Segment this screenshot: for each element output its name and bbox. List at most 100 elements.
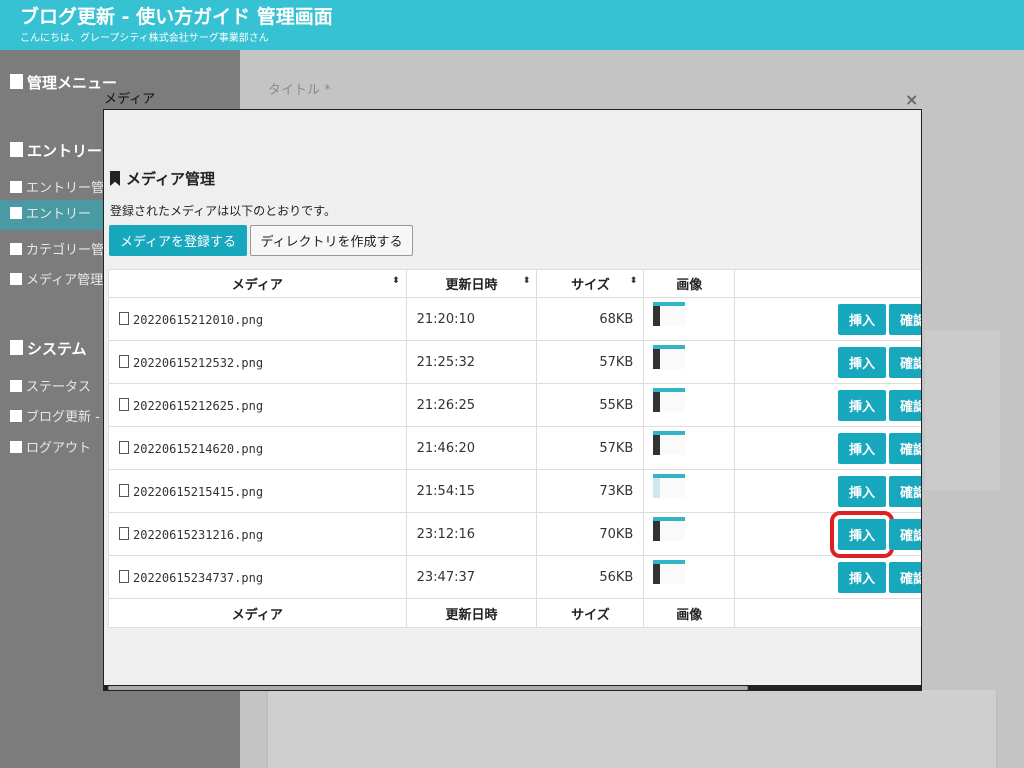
media-thumbnail-cell bbox=[643, 512, 736, 556]
media-time: 21:26:25 bbox=[405, 383, 538, 427]
insert-button[interactable]: 挿入 bbox=[830, 510, 894, 558]
sidebar-item-status[interactable]: ステータス bbox=[10, 376, 91, 395]
media-thumbnail[interactable] bbox=[653, 302, 686, 326]
media-table-body: 20220615212010.png21:20:1068KB挿入確認202206… bbox=[108, 297, 921, 599]
modal-title: メディア bbox=[104, 92, 156, 107]
table-row: 20220615231216.png 23:12:1670KB 挿入確認 bbox=[108, 510, 921, 558]
confirm-button[interactable]: 確認 bbox=[889, 518, 921, 550]
scrollbar-thumb[interactable] bbox=[108, 686, 748, 690]
file-icon bbox=[119, 311, 129, 325]
footer-media: メディア bbox=[108, 598, 407, 628]
register-media-button[interactable]: メディアを登録する bbox=[109, 225, 247, 256]
sidebar-item-category[interactable]: カテゴリー管 bbox=[10, 239, 104, 258]
sidebar-item-media[interactable]: メディア管理 bbox=[10, 269, 103, 288]
media-filename-cell[interactable]: 20220615212625.png bbox=[108, 383, 407, 427]
pie-chart-icon bbox=[10, 380, 22, 392]
insert-button[interactable]: 挿入 bbox=[838, 389, 886, 421]
editor-card bbox=[267, 690, 997, 768]
media-thumbnail[interactable] bbox=[653, 431, 686, 455]
table-row: 20220615234737.png 23:47:3756KB 挿入確認 bbox=[108, 555, 921, 599]
confirm-button[interactable]: 確認 bbox=[889, 346, 921, 378]
column-header-actions bbox=[734, 269, 921, 298]
footer-date: 更新日時 bbox=[405, 598, 538, 628]
media-filename-cell[interactable]: 20220615231216.png bbox=[108, 512, 407, 556]
file-icon bbox=[119, 569, 129, 583]
media-time: 23:12:16 bbox=[405, 512, 538, 556]
media-modal: メディア管理 登録されたメディアは以下のとおりです。 メディアを登録する ディレ… bbox=[103, 109, 922, 691]
sidebar-admin-menu: 管理メニュー bbox=[10, 72, 117, 93]
media-table: メディア ⬍ 更新日時 ⬍ サイズ ⬍ 画像 20220615212010.png 21… bbox=[108, 269, 921, 628]
column-header-image: 画像 bbox=[643, 269, 736, 298]
media-size: 57KB bbox=[536, 340, 645, 384]
confirm-button[interactable]: 確認 bbox=[889, 303, 921, 335]
bookmark-icon bbox=[110, 171, 120, 186]
file-icon bbox=[119, 354, 129, 368]
media-actions: 挿入確認 bbox=[734, 555, 921, 599]
sidebar-system-section: システム bbox=[10, 338, 87, 359]
home-icon bbox=[10, 410, 22, 422]
title-field-label: タイトル * bbox=[268, 83, 331, 98]
insert-button[interactable]: 挿入 bbox=[838, 561, 886, 593]
media-filename: 20220615212625.png bbox=[133, 398, 264, 413]
sort-icon: ⬍ bbox=[629, 276, 638, 286]
insert-button[interactable]: 挿入 bbox=[838, 432, 886, 464]
media-time: 21:46:20 bbox=[405, 426, 538, 470]
media-time: 21:54:15 bbox=[405, 469, 538, 513]
media-thumbnail-cell bbox=[643, 426, 736, 470]
insert-button[interactable]: 挿入 bbox=[838, 303, 886, 335]
sort-icon: ⬍ bbox=[522, 276, 531, 286]
media-filename: 20220615215415.png bbox=[133, 484, 264, 499]
column-header-size[interactable]: サイズ ⬍ bbox=[536, 269, 645, 298]
table-row: 20220615214620.png 21:46:2057KB 挿入確認 bbox=[108, 426, 921, 470]
media-filename: 20220615212010.png bbox=[133, 312, 264, 327]
media-filename-cell[interactable]: 20220615212532.png bbox=[108, 340, 407, 384]
table-row: 20220615215415.png 21:54:1573KB 挿入確認 bbox=[108, 469, 921, 513]
sidebar-item-entry-manage[interactable]: エントリー管 bbox=[10, 177, 104, 196]
column-header-media[interactable]: メディア ⬍ bbox=[108, 269, 407, 298]
header-subtitle: こんにちは、グレープシティ株式会社サーグ事業部さん bbox=[20, 33, 269, 44]
media-actions: 挿入確認 bbox=[734, 383, 921, 427]
create-directory-button[interactable]: ディレクトリを作成する bbox=[250, 225, 413, 256]
media-filename: 20220615214620.png bbox=[133, 441, 264, 456]
media-thumbnail-cell bbox=[643, 383, 736, 427]
media-filename: 20220615231216.png bbox=[133, 527, 264, 542]
confirm-button[interactable]: 確認 bbox=[889, 432, 921, 464]
media-filename: 20220615212532.png bbox=[133, 355, 264, 370]
media-time: 21:20:10 bbox=[405, 297, 538, 341]
logout-icon bbox=[10, 441, 22, 453]
media-size: 55KB bbox=[536, 383, 645, 427]
list-icon bbox=[10, 243, 22, 255]
column-header-date[interactable]: 更新日時 ⬍ bbox=[405, 269, 538, 298]
media-thumbnail[interactable] bbox=[653, 560, 686, 584]
file-icon bbox=[119, 483, 129, 497]
edit-icon bbox=[10, 207, 22, 219]
confirm-button[interactable]: 確認 bbox=[889, 475, 921, 507]
media-size: 56KB bbox=[536, 555, 645, 599]
media-thumbnail-cell bbox=[643, 340, 736, 384]
confirm-button[interactable]: 確認 bbox=[889, 389, 921, 421]
media-filename-cell[interactable]: 20220615234737.png bbox=[108, 555, 407, 599]
media-thumbnail[interactable] bbox=[653, 388, 686, 412]
copy-icon bbox=[10, 181, 22, 193]
media-size: 70KB bbox=[536, 512, 645, 556]
media-filename-cell[interactable]: 20220615215415.png bbox=[108, 469, 407, 513]
sidebar-entries-section: エントリー bbox=[10, 140, 102, 161]
media-thumbnail-cell bbox=[643, 469, 736, 513]
media-description: 登録されたメディアは以下のとおりです。 bbox=[110, 204, 336, 218]
media-thumbnail[interactable] bbox=[653, 517, 686, 541]
media-filename-cell[interactable]: 20220615214620.png bbox=[108, 426, 407, 470]
horizontal-scrollbar[interactable] bbox=[104, 685, 921, 690]
sidebar-item-blog[interactable]: ブログ更新 - bbox=[10, 406, 100, 425]
close-icon[interactable]: × bbox=[905, 90, 918, 109]
footer-image: 画像 bbox=[643, 598, 736, 628]
insert-button[interactable]: 挿入 bbox=[838, 475, 886, 507]
insert-button[interactable]: 挿入 bbox=[838, 346, 886, 378]
media-actions: 挿入確認 bbox=[734, 297, 921, 341]
media-thumbnail[interactable] bbox=[653, 345, 686, 369]
footer-actions bbox=[734, 598, 921, 628]
confirm-button[interactable]: 確認 bbox=[889, 561, 921, 593]
sidebar-item-logout[interactable]: ログアウト bbox=[10, 437, 91, 456]
media-thumbnail[interactable] bbox=[653, 474, 686, 498]
media-filename-cell[interactable]: 20220615212010.png bbox=[108, 297, 407, 341]
footer-size: サイズ bbox=[536, 598, 645, 628]
